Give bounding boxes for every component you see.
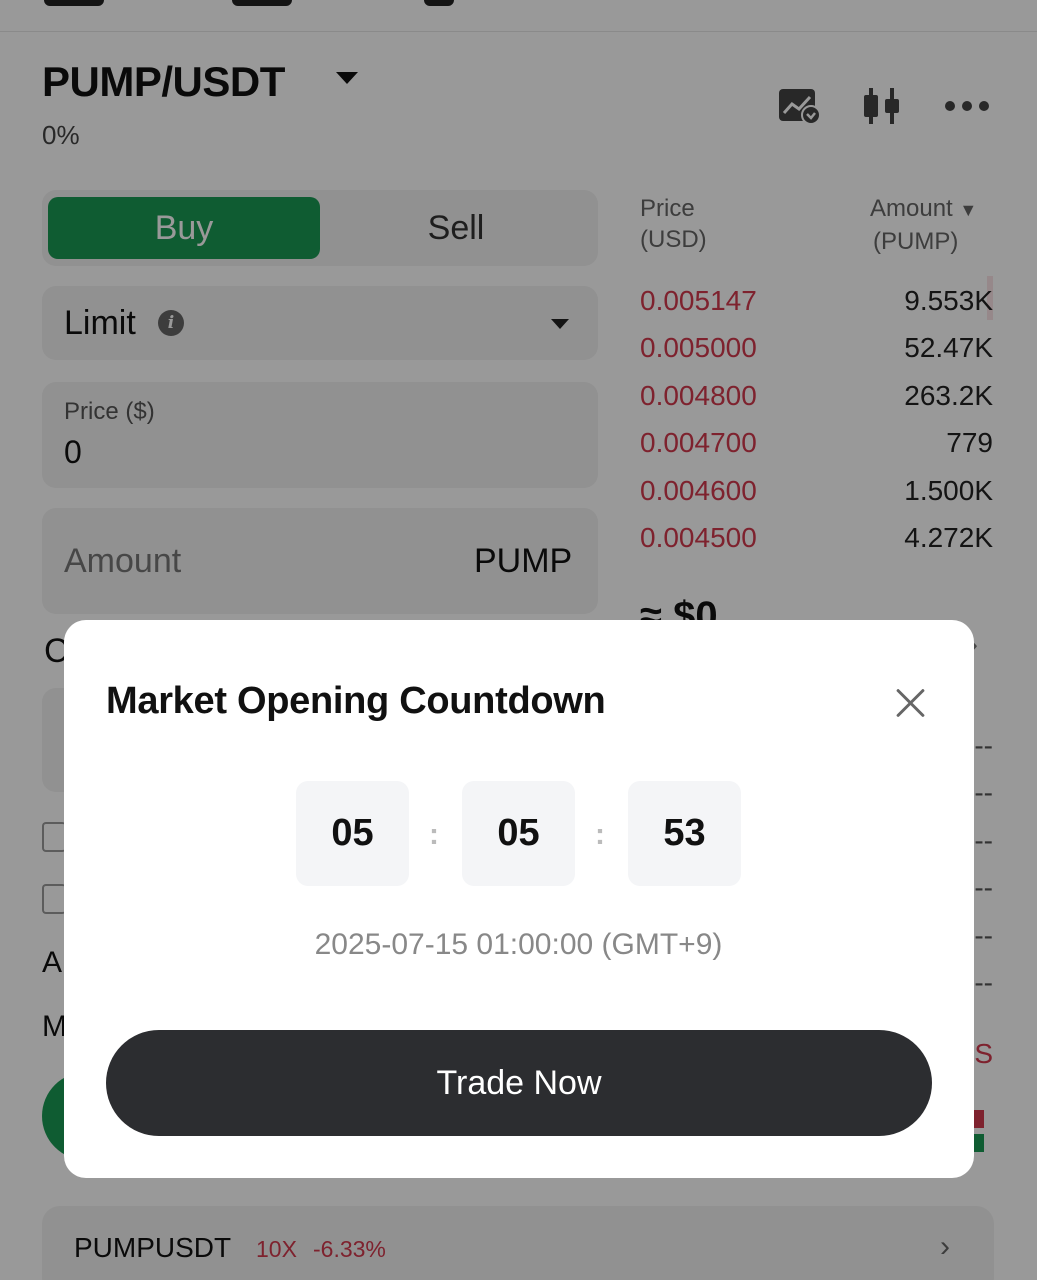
countdown-seconds: 53 (628, 781, 741, 886)
open-time: 2025-07-15 01:00:00 (GMT+9) (314, 928, 723, 961)
countdown-hours: 05 (296, 781, 409, 886)
close-icon[interactable] (890, 682, 930, 722)
countdown-separator: : (595, 818, 605, 851)
modal-title: Market Opening Countdown (106, 680, 606, 722)
countdown-minutes: 05 (462, 781, 575, 886)
countdown-separator: : (429, 818, 439, 851)
trade-now-button[interactable]: Trade Now (106, 1030, 932, 1136)
